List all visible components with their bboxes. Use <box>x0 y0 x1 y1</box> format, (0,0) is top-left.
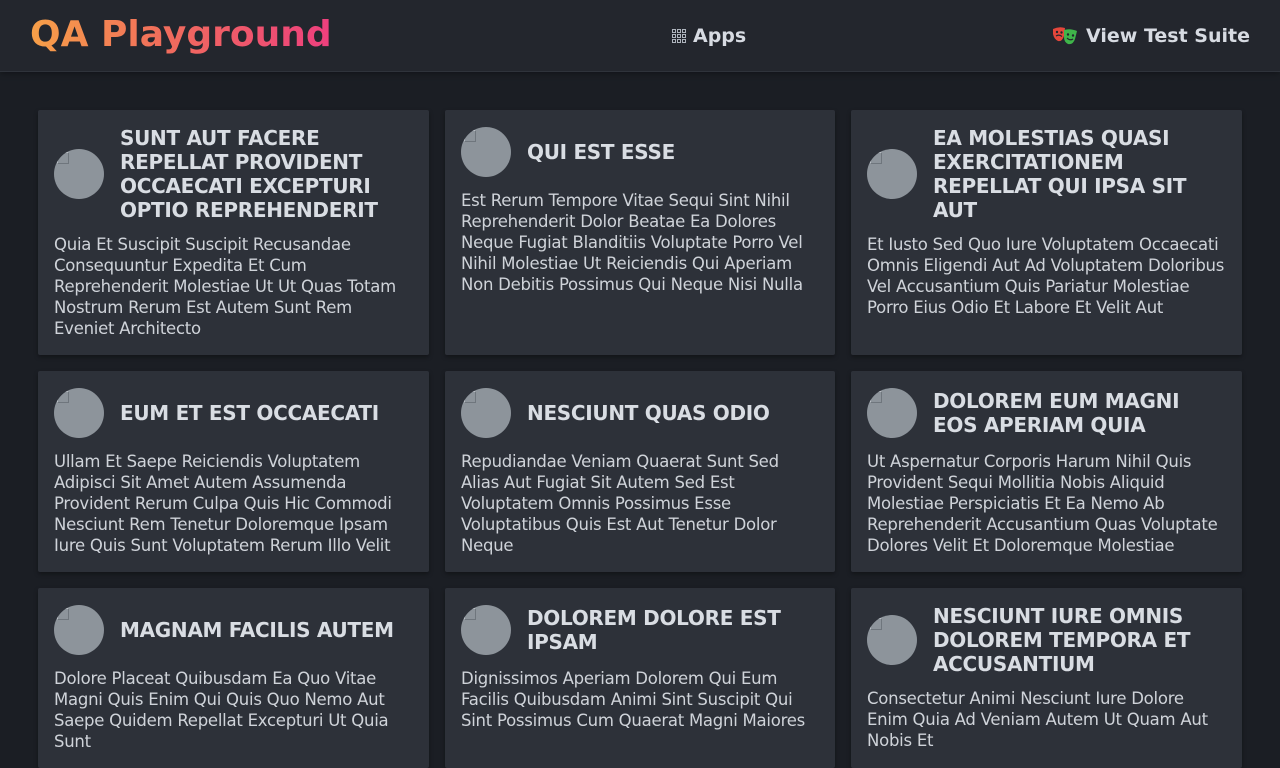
avatar-image <box>461 388 511 438</box>
view-test-suite-link[interactable]: View Test Suite <box>1052 22 1250 50</box>
post-title: dolorem dolore est ipsam <box>527 606 781 654</box>
post-title: nesciunt quas odio <box>527 401 770 425</box>
avatar-image <box>54 149 104 199</box>
post-title: ea molestias quasi exercitationem repell… <box>933 126 1187 222</box>
post-card: nesciunt quas odio Repudiandae Veniam Qu… <box>445 371 835 572</box>
apps-link[interactable]: Apps <box>672 22 746 50</box>
avatar-image <box>54 605 104 655</box>
avatar-image <box>54 388 104 438</box>
avatar-image <box>461 605 511 655</box>
avatar-image <box>461 127 511 177</box>
post-title: eum et est occaecati <box>120 401 379 425</box>
post-title: dolorem eum magni eos aperiam quia <box>933 389 1180 437</box>
apps-label: Apps <box>693 25 747 47</box>
grid-icon <box>672 29 686 43</box>
post-body: Ut Aspernatur Corporis Harum Nihil Quis … <box>867 452 1218 555</box>
post-card: magnam facilis autem Dolore Placeat Quib… <box>38 588 429 768</box>
post-body: Et Iusto Sed Quo Iure Voluptatem Occaeca… <box>867 235 1225 317</box>
post-body: Est Rerum Tempore Vitae Sequi Sint Nihil… <box>461 191 803 294</box>
view-test-suite-label: View Test Suite <box>1086 25 1250 47</box>
post-body: Ullam Et Saepe Reiciendis Voluptatem Adi… <box>54 452 392 555</box>
post-body: Dolore Placeat Quibusdam Ea Quo Vitae Ma… <box>54 669 389 751</box>
avatar-image <box>867 149 917 199</box>
brand-logo[interactable]: QA Playground <box>30 12 332 58</box>
post-body: Dignissimos Aperiam Dolorem Qui Eum Faci… <box>461 669 806 730</box>
post-card: eum et est occaecati Ullam Et Saepe Reic… <box>38 371 429 572</box>
post-card: nesciunt iure omnis dolorem tempora et a… <box>851 588 1242 768</box>
avatar-image <box>867 388 917 438</box>
post-card: dolorem eum magni eos aperiam quia Ut As… <box>851 371 1242 572</box>
post-title: sunt aut facere repellat provident occae… <box>120 126 378 222</box>
post-title: nesciunt iure omnis dolorem tempora et a… <box>933 604 1191 676</box>
post-card: ea molestias quasi exercitationem repell… <box>851 110 1242 355</box>
post-card: dolorem dolore est ipsam Dignissimos Ape… <box>445 588 835 768</box>
theater-masks-icon <box>1053 27 1078 45</box>
post-body: Repudiandae Veniam Quaerat Sunt Sed Alia… <box>461 452 779 555</box>
post-body: Quia Et Suscipit Suscipit Recusandae Con… <box>54 235 396 338</box>
post-title: magnam facilis autem <box>120 618 394 642</box>
post-card: qui est esse Est Rerum Tempore Vitae Seq… <box>445 110 835 355</box>
avatar-image <box>867 615 917 665</box>
post-card-grid: sunt aut facere repellat provident occae… <box>38 110 1242 768</box>
top-navbar: QA Playground Apps View Test Suite <box>0 0 1280 72</box>
post-card: sunt aut facere repellat provident occae… <box>38 110 429 355</box>
post-title: qui est esse <box>527 140 675 164</box>
